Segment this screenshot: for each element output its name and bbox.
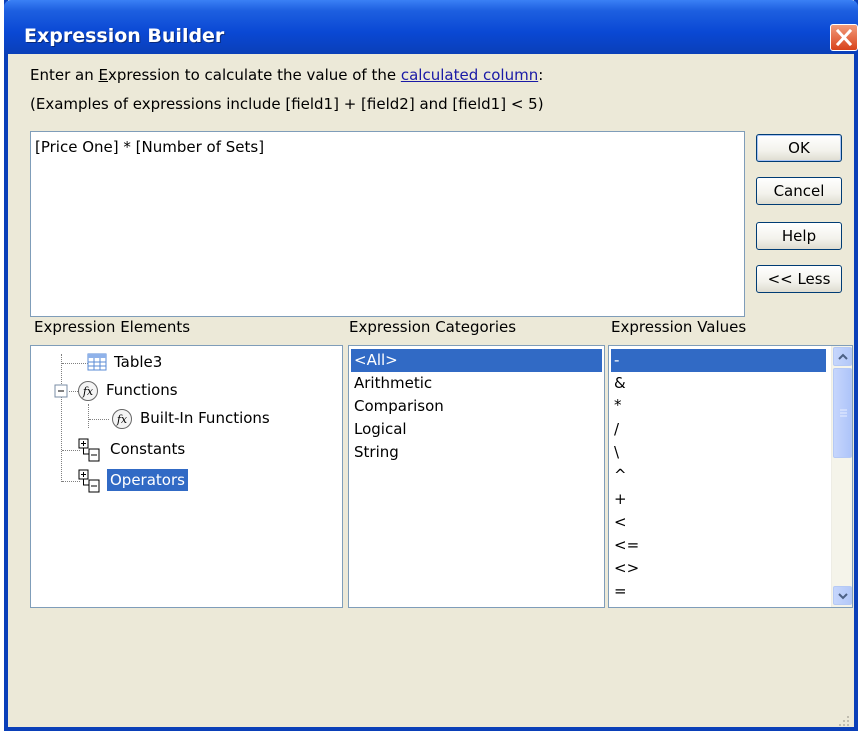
function-icon: fx [112,409,132,429]
scroll-thumb[interactable] [833,368,852,458]
collapse-icon[interactable] [53,383,70,400]
close-icon [836,29,852,46]
resize-grip-icon[interactable] [838,715,850,727]
list-item[interactable]: <> [611,557,642,580]
dialog-body: Enter an Expression to calculate the val… [8,54,854,731]
list-item[interactable]: Logical [351,418,410,441]
svg-text:fx: fx [82,385,94,398]
list-item[interactable]: <= [611,534,642,557]
expression-categories-label: Expression Categories [349,318,517,336]
list-item[interactable]: Comparison [351,395,447,418]
tree-line [89,419,109,420]
tree-node-icon [78,469,100,493]
expression-values-label: Expression Values [611,318,747,336]
close-button[interactable] [830,24,858,51]
list-item[interactable]: ^ [611,464,630,487]
title-bar[interactable]: Expression Builder [4,0,858,54]
list-item[interactable]: + [611,488,630,511]
expression-elements-label: Expression Elements [34,318,191,336]
list-item[interactable]: <All> [351,349,602,372]
tree-item-label: Constants [110,440,186,458]
svg-text:fx: fx [116,413,128,426]
window-title: Expression Builder [24,25,225,47]
expression-builder-dialog: Expression Builder Enter an Expression t… [4,0,858,731]
expression-categories-list[interactable]: <All> Arithmetic Comparison Logical Stri… [348,345,605,608]
list-item[interactable]: & [611,372,629,395]
list-item[interactable]: = [611,580,630,603]
instruction-line-1: Enter an Expression to calculate the val… [30,66,544,84]
list-item[interactable]: Arithmetic [351,372,435,395]
tree-item-constants[interactable]: Constants [77,437,257,463]
help-button[interactable]: Help [756,222,842,250]
tree-item-label: Functions [106,381,178,399]
tree-item-table3[interactable]: Table3 [79,350,259,376]
chevron-down-icon [838,593,848,600]
less-button[interactable]: << Less [756,265,842,293]
tree-item-label: Built-In Functions [140,409,270,427]
tree-item-functions[interactable]: fx Functions [71,378,251,404]
list-item[interactable]: / [611,418,622,441]
tree-line [61,354,62,482]
values-scrollbar[interactable] [831,346,852,607]
tree-line [88,404,89,428]
chevron-up-icon [838,353,848,360]
list-item[interactable]: String [351,441,402,464]
instruction-line-2: (Examples of expressions include [field1… [30,95,544,113]
tree-item-label: Operators [107,469,188,491]
expression-textarea[interactable]: [Price One] * [Number of Sets] [30,131,745,317]
tree-item-operators[interactable]: Operators [77,468,257,494]
list-item[interactable]: * [611,394,625,417]
grip-icon [840,409,847,417]
function-icon: fx [78,381,98,401]
cancel-button[interactable]: Cancel [756,177,842,205]
list-item[interactable]: - [611,349,826,372]
tree-node-icon [78,438,100,462]
list-item[interactable]: < [611,511,630,534]
calculated-column-link[interactable]: calculated column [401,66,538,84]
scroll-up-button[interactable] [833,347,852,366]
list-item[interactable]: \ [611,441,622,464]
tree-item-built-in-functions[interactable]: fx Built-In Functions [109,406,329,432]
expression-values-list[interactable]: - & * / \ ^ + < <= <> = [608,345,853,608]
expression-elements-tree[interactable]: Table3 fx Functions fx Built-In Function… [30,345,343,608]
table-icon [87,353,107,371]
ok-button[interactable]: OK [756,134,842,162]
scroll-down-button[interactable] [833,586,852,605]
tree-item-label: Table3 [114,353,163,371]
